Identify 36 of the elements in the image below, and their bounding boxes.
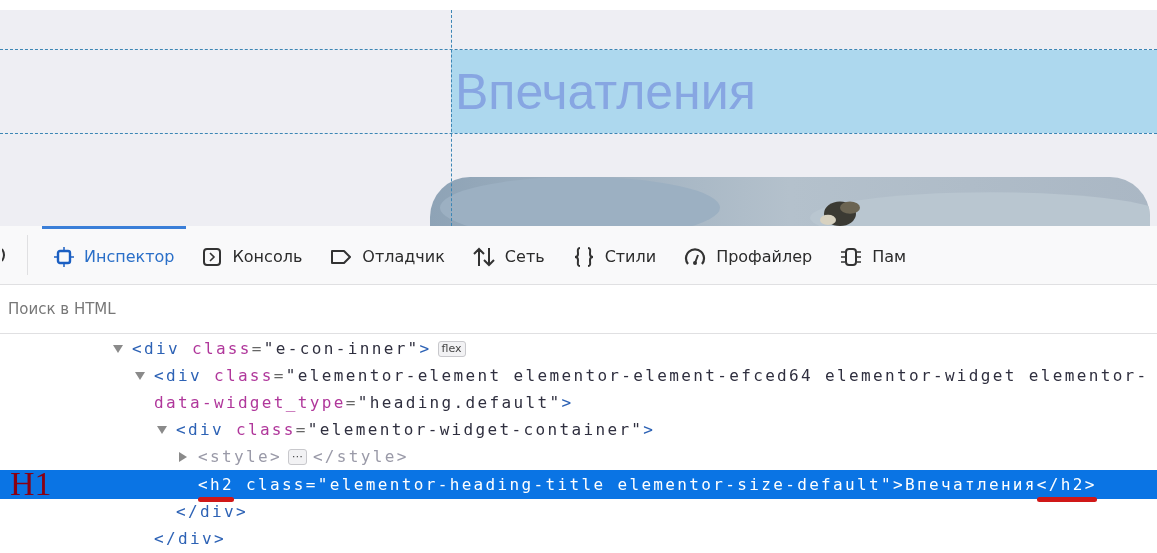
devtools-tab[interactable]: Отладчик (318, 226, 457, 284)
partial-icon[interactable] (2, 248, 6, 262)
devtools-tab[interactable]: Консоль (190, 226, 315, 284)
markup-line: <h2 class="elementor-heading-title elementor-size-default">Впечатления</h2> (198, 475, 1097, 494)
markup-row[interactable]: <style> ⋯ </style> (0, 443, 1157, 470)
annotation-label: H1 (10, 467, 52, 501)
markup-line: <div class="e-con-inner"> (132, 339, 432, 358)
devtools-tab[interactable]: Сеть (460, 226, 557, 284)
console-icon (202, 246, 223, 267)
gauge-icon (684, 246, 707, 267)
braces-icon (572, 246, 595, 267)
markup-line[interactable]: </div> (154, 529, 226, 548)
markup-line: </style> (312, 447, 409, 466)
expanded-triangle-icon[interactable] (112, 343, 124, 354)
devtools-tab[interactable]: Пам (828, 226, 919, 284)
markup-line: data-widget_type="heading.default"> (154, 393, 574, 412)
tag-shape-icon (330, 247, 353, 266)
markup-line: <div class="elementor-element elementor-element-efced64 elementor-widget elementor- (154, 366, 1149, 385)
inspector-icon (54, 246, 74, 267)
devtools-tab[interactable]: Инспектор (42, 226, 187, 284)
markup-line[interactable]: </div> (176, 502, 248, 521)
node-badge[interactable]: ⋯ (287, 448, 307, 465)
devtools-tab[interactable]: Профайлер (672, 226, 825, 284)
markup-line: <div class="elementor-widget-container"> (176, 420, 656, 439)
collapsed-triangle-icon[interactable] (178, 450, 188, 463)
markup-line: <style> (198, 447, 282, 466)
markup-row[interactable]: <div class="elementor-widget-container"> (0, 416, 1157, 443)
expanded-triangle-icon[interactable] (156, 424, 168, 435)
expanded-triangle-icon[interactable] (134, 370, 146, 381)
node-badge[interactable]: flex (437, 340, 466, 357)
markup-row[interactable]: <div class="elementor-element elementor-element-efced64 elementor-widget elementor- data-widget_type="heading.default"> (0, 362, 1157, 416)
up-down-arrows-icon (472, 246, 495, 267)
markup-row[interactable]: <div class="e-con-inner"> flex (0, 335, 1157, 362)
chip-icon (840, 246, 863, 267)
devtools-tab[interactable]: Стили (560, 226, 669, 284)
markup-row[interactable]: H1 <h2 class="elementor-heading-title elementor-size-default">Впечатления</h2> (0, 470, 1157, 499)
